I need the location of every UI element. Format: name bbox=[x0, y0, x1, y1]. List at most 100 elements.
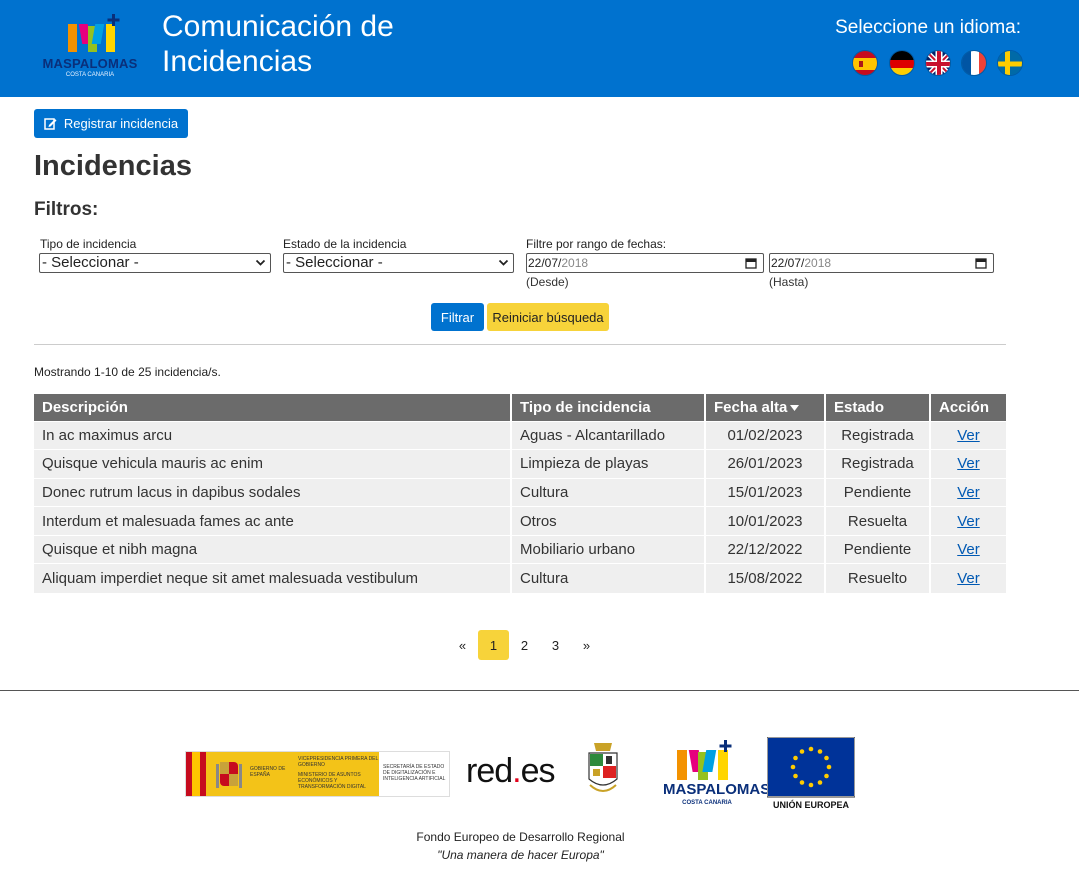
table-row: Donec rutrum lacus in dapibus sodales Cu… bbox=[34, 477, 1006, 507]
incidents-table: Descripción Tipo de incidencia Fecha alt… bbox=[34, 394, 1006, 593]
costa-canaria-text: COSTA CANARIA bbox=[682, 800, 732, 806]
logo-subtitle: COSTA CANARIA bbox=[65, 72, 115, 78]
pagination-page-3[interactable]: 3 bbox=[540, 630, 571, 660]
swedish-flag-icon[interactable] bbox=[997, 50, 1023, 76]
cell-action: Ver bbox=[930, 477, 1006, 507]
cell-description: In ac maximus arcu bbox=[34, 420, 512, 450]
maspalomas-footer-logo: MASPALOMAS COSTA CANARIA bbox=[663, 740, 771, 810]
date-from-input[interactable]: 22/07/2018 bbox=[526, 253, 764, 273]
view-link[interactable]: Ver bbox=[957, 455, 980, 472]
pagination-page-1[interactable]: 1 bbox=[478, 630, 509, 660]
uk-flag-icon[interactable] bbox=[925, 50, 951, 76]
cell-state: Registrada bbox=[825, 420, 931, 450]
page-title: Incidencias bbox=[34, 150, 192, 182]
spanish-flag-icon[interactable] bbox=[852, 50, 878, 76]
type-filter-select[interactable]: - Seleccionar - bbox=[39, 253, 271, 273]
gov-vp-text: VICEPRESIDENCIA PRIMERA DEL GOBIERNO bbox=[298, 756, 379, 768]
table-row: Aliquam imperdiet neque sit amet malesua… bbox=[34, 563, 1006, 593]
date-from-day: 22/07/ bbox=[528, 256, 562, 270]
table-row: Interdum et malesuada fames ac ante Otro… bbox=[34, 506, 1006, 536]
cell-date: 01/02/2023 bbox=[705, 420, 826, 450]
cell-type: Mobiliario urbano bbox=[511, 534, 706, 564]
cell-state: Resuelta bbox=[825, 506, 931, 536]
footer-divider bbox=[0, 690, 1079, 691]
register-incident-label: Registrar incidencia bbox=[63, 116, 179, 131]
language-selector bbox=[852, 50, 1032, 76]
spanish-government-logo: GOBIERNO DE ESPAÑA VICEPRESIDENCIA PRIME… bbox=[185, 751, 450, 797]
date-from-hint: (Desde) bbox=[526, 275, 569, 289]
cell-description: Interdum et malesuada fames ac ante bbox=[34, 506, 512, 536]
pagination-next[interactable]: » bbox=[571, 630, 602, 660]
maspalomas-logo[interactable]: MASPALOMAS COSTA CANARIA bbox=[32, 12, 148, 82]
cell-type: Otros bbox=[511, 506, 706, 536]
edit-icon bbox=[44, 118, 57, 130]
view-link[interactable]: Ver bbox=[957, 513, 980, 530]
maspalomas-mark-icon bbox=[68, 14, 120, 52]
view-link[interactable]: Ver bbox=[957, 570, 980, 587]
language-label: Seleccione un idioma: bbox=[835, 17, 1021, 38]
feder-motto: "Una manera de hacer Europa" bbox=[437, 848, 604, 862]
maspalomas-footer-text: MASPALOMAS bbox=[663, 781, 771, 798]
view-link[interactable]: Ver bbox=[957, 541, 980, 558]
cell-state: Registrada bbox=[825, 449, 931, 479]
french-flag-icon[interactable] bbox=[961, 50, 987, 76]
state-filter-value: - Seleccionar - bbox=[286, 254, 383, 271]
table-row: Quisque vehicula mauris ac enim Limpieza… bbox=[34, 449, 1006, 479]
cell-description: Quisque vehicula mauris ac enim bbox=[34, 449, 512, 479]
pagination-prev[interactable]: « bbox=[447, 630, 478, 660]
cell-action: Ver bbox=[930, 534, 1006, 564]
cell-date: 26/01/2023 bbox=[705, 449, 826, 479]
header-type[interactable]: Tipo de incidencia bbox=[511, 394, 706, 421]
filter-button[interactable]: Filtrar bbox=[431, 303, 484, 331]
logo-brand-text: MASPALOMAS bbox=[42, 56, 138, 71]
table-row: Quisque et nibh magna Mobiliario urbano … bbox=[34, 534, 1006, 564]
feder-text: Fondo Europeo de Desarrollo Regional bbox=[416, 830, 625, 844]
gov-es-text: GOBIERNO DE ESPAÑA bbox=[250, 766, 286, 778]
register-incident-button[interactable]: Registrar incidencia bbox=[34, 109, 188, 138]
type-filter-label: Tipo de incidencia bbox=[40, 237, 137, 251]
type-filter-value: - Seleccionar - bbox=[42, 254, 139, 271]
eu-label: UNIÓN EUROPEA bbox=[772, 800, 849, 810]
site-header: MASPALOMAS COSTA CANARIA Comunicación de… bbox=[0, 0, 1079, 97]
divider bbox=[34, 344, 1006, 345]
calendar-icon[interactable] bbox=[975, 257, 987, 269]
date-from-year: 2018 bbox=[561, 256, 589, 270]
header-date[interactable]: Fecha alta bbox=[705, 394, 826, 421]
cell-date: 22/12/2022 bbox=[705, 534, 826, 564]
header-action: Acción bbox=[930, 394, 1006, 421]
cell-state: Pendiente bbox=[825, 477, 931, 507]
cell-date: 15/08/2022 bbox=[705, 563, 826, 593]
state-filter-label: Estado de la incidencia bbox=[283, 237, 407, 251]
view-link[interactable]: Ver bbox=[957, 484, 980, 501]
gov-sec-text: SECRETARÍA DE ESTADO DE DIGITALIZACIÓN E… bbox=[383, 764, 446, 782]
state-filter-select[interactable]: - Seleccionar - bbox=[283, 253, 514, 273]
cell-description: Aliquam imperdiet neque sit amet malesua… bbox=[34, 563, 512, 593]
chevron-down-icon bbox=[255, 259, 266, 266]
date-to-year: 2018 bbox=[804, 256, 832, 270]
coat-of-arms-icon bbox=[216, 762, 242, 788]
cell-description: Quisque et nibh magna bbox=[34, 534, 512, 564]
cell-action: Ver bbox=[930, 506, 1006, 536]
chevron-down-icon bbox=[498, 259, 509, 266]
filters-title: Filtros: bbox=[34, 199, 99, 220]
calendar-icon[interactable] bbox=[745, 257, 757, 269]
cell-type: Limpieza de playas bbox=[511, 449, 706, 479]
german-flag-icon[interactable] bbox=[889, 50, 915, 76]
view-link[interactable]: Ver bbox=[957, 427, 980, 444]
table-row: In ac maximus arcu Aguas - Alcantarillad… bbox=[34, 420, 1006, 450]
header-description[interactable]: Descripción bbox=[34, 394, 512, 421]
redes-logo: red.es bbox=[466, 752, 556, 790]
cell-date: 15/01/2023 bbox=[705, 477, 826, 507]
gov-min-text: MINISTERIO DE ASUNTOS ECONÓMICOS Y TRANS… bbox=[298, 772, 366, 790]
cell-date: 10/01/2023 bbox=[705, 506, 826, 536]
cell-type: Cultura bbox=[511, 563, 706, 593]
spain-flag-bar-icon bbox=[186, 752, 206, 796]
cell-action: Ver bbox=[930, 420, 1006, 450]
reset-search-button[interactable]: Reiniciar búsqueda bbox=[487, 303, 609, 331]
table-header-row: Descripción Tipo de incidencia Fecha alt… bbox=[34, 394, 1006, 421]
cell-state: Resuelto bbox=[825, 563, 931, 593]
pagination: « 1 2 3 » bbox=[447, 630, 602, 660]
date-to-input[interactable]: 22/07/2018 bbox=[769, 253, 994, 273]
pagination-page-2[interactable]: 2 bbox=[509, 630, 540, 660]
header-state[interactable]: Estado bbox=[825, 394, 931, 421]
